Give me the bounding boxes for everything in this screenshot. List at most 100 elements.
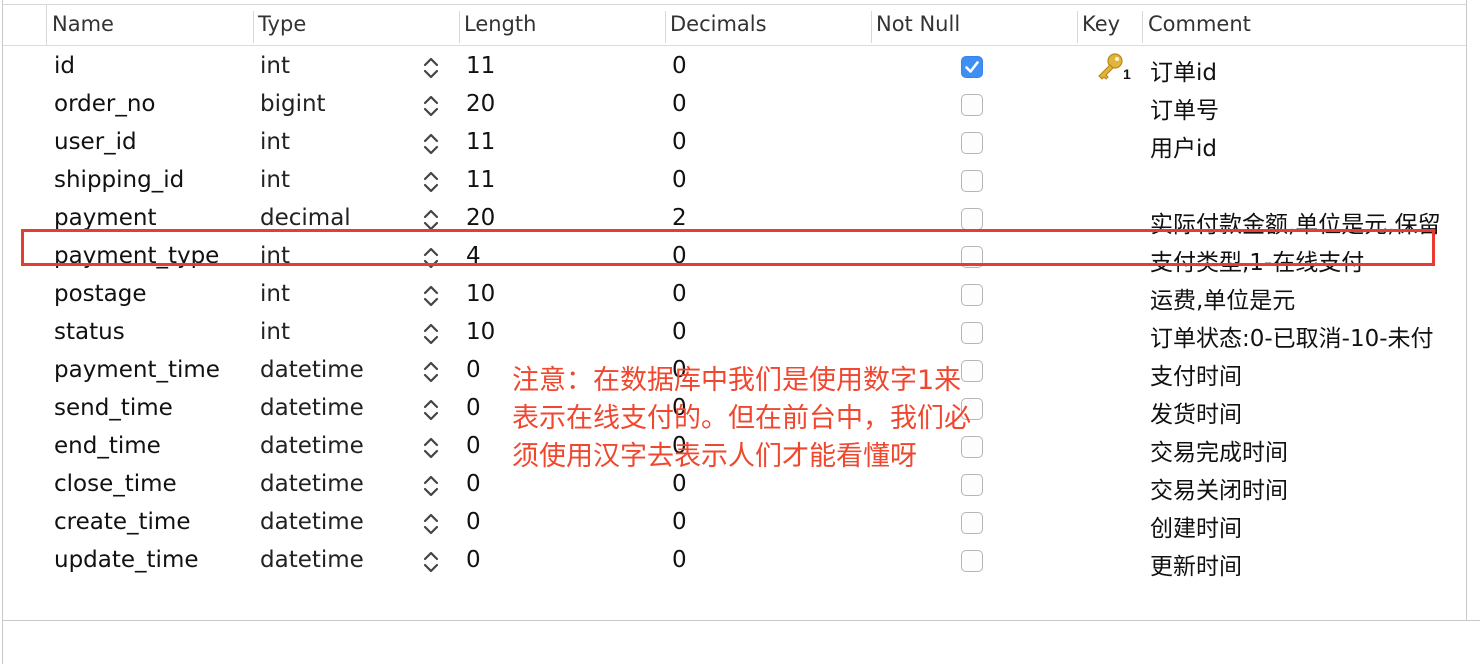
field-length-cell[interactable]: 10 <box>466 319 495 345</box>
field-decimals-cell[interactable]: 0 <box>672 129 687 155</box>
not-null-checkbox[interactable] <box>961 550 983 572</box>
table-row[interactable]: update_time datetime 0 0 更新时间 <box>3 542 1466 580</box>
field-name-cell[interactable]: payment <box>54 205 156 231</box>
field-type-cell[interactable]: datetime <box>260 357 364 383</box>
field-type-cell[interactable]: datetime <box>260 395 364 421</box>
field-decimals-cell[interactable]: 0 <box>672 281 687 307</box>
not-null-checkbox[interactable] <box>961 512 983 534</box>
column-separator[interactable] <box>871 11 872 43</box>
not-null-checkbox[interactable] <box>961 284 983 306</box>
stepper-icon[interactable] <box>421 435 441 461</box>
field-type-cell[interactable]: datetime <box>260 547 364 573</box>
field-type-cell[interactable]: int <box>260 129 290 155</box>
column-separator[interactable] <box>1077 11 1078 43</box>
field-comment-cell[interactable]: 交易完成时间 <box>1150 433 1288 467</box>
field-decimals-cell[interactable]: 0 <box>672 547 687 573</box>
column-separator[interactable] <box>665 11 666 43</box>
table-row[interactable]: order_no bigint 20 0 订单号 <box>3 86 1466 124</box>
not-null-checkbox[interactable] <box>961 132 983 154</box>
field-decimals-cell[interactable]: 0 <box>672 509 687 535</box>
field-name-cell[interactable]: create_time <box>54 509 190 535</box>
field-comment-cell[interactable]: 运费,单位是元 <box>1150 281 1295 315</box>
field-type-cell[interactable]: datetime <box>260 433 364 459</box>
field-name-cell[interactable]: update_time <box>54 547 199 573</box>
field-length-cell[interactable]: 0 <box>466 509 481 535</box>
column-separator[interactable] <box>1142 11 1143 43</box>
field-length-cell[interactable]: 0 <box>466 357 481 383</box>
field-name-cell[interactable]: payment_time <box>54 357 220 383</box>
stepper-icon[interactable] <box>421 283 441 309</box>
field-comment-cell[interactable]: 支付时间 <box>1150 357 1242 391</box>
column-header-name[interactable]: Name <box>52 12 114 36</box>
field-type-cell[interactable]: decimal <box>260 205 351 231</box>
stepper-icon[interactable] <box>421 511 441 537</box>
table-row[interactable]: create_time datetime 0 0 创建时间 <box>3 504 1466 542</box>
field-comment-cell[interactable]: 更新时间 <box>1150 547 1242 581</box>
field-type-cell[interactable]: int <box>260 53 290 79</box>
not-null-checkbox[interactable] <box>961 170 983 192</box>
field-comment-cell[interactable]: 用户id <box>1150 129 1217 163</box>
not-null-checkbox[interactable] <box>961 322 983 344</box>
not-null-checkbox[interactable] <box>961 474 983 496</box>
column-header-comment[interactable]: Comment <box>1148 12 1251 36</box>
field-length-cell[interactable]: 11 <box>466 53 495 79</box>
field-comment-cell[interactable]: 创建时间 <box>1150 509 1242 543</box>
table-row[interactable]: id int 11 0 1 订单id <box>3 48 1466 86</box>
column-header-length[interactable]: Length <box>464 12 536 36</box>
field-length-cell[interactable]: 20 <box>466 205 495 231</box>
field-type-cell[interactable]: bigint <box>260 91 326 117</box>
field-comment-cell[interactable]: 订单号 <box>1150 91 1219 125</box>
table-row[interactable]: shipping_id int 11 0 <box>3 162 1466 200</box>
field-comment-cell[interactable]: 发货时间 <box>1150 395 1242 429</box>
field-decimals-cell[interactable]: 0 <box>672 319 687 345</box>
column-header-decimals[interactable]: Decimals <box>670 12 767 36</box>
stepper-icon[interactable] <box>421 93 441 119</box>
field-name-cell[interactable]: close_time <box>54 471 177 497</box>
field-comment-cell[interactable]: 订单id <box>1150 53 1217 87</box>
stepper-icon[interactable] <box>421 169 441 195</box>
field-length-cell[interactable]: 20 <box>466 91 495 117</box>
field-decimals-cell[interactable]: 2 <box>672 205 687 231</box>
field-length-cell[interactable]: 11 <box>466 129 495 155</box>
not-null-checkbox[interactable] <box>961 94 983 116</box>
stepper-icon[interactable] <box>421 131 441 157</box>
field-decimals-cell[interactable]: 0 <box>672 53 687 79</box>
column-separator[interactable] <box>459 11 460 43</box>
field-name-cell[interactable]: postage <box>54 281 147 307</box>
field-length-cell[interactable]: 11 <box>466 167 495 193</box>
field-length-cell[interactable]: 0 <box>466 547 481 573</box>
stepper-icon[interactable] <box>421 55 441 81</box>
not-null-checkbox[interactable] <box>961 56 983 78</box>
field-name-cell[interactable]: shipping_id <box>54 167 184 193</box>
table-row[interactable]: user_id int 11 0 用户id <box>3 124 1466 162</box>
column-header-type[interactable]: Type <box>258 12 306 36</box>
table-row[interactable]: status int 10 0 订单状态:0-已取消-10-未付 <box>3 314 1466 352</box>
stepper-icon[interactable] <box>421 473 441 499</box>
stepper-icon[interactable] <box>421 321 441 347</box>
column-header-not-null[interactable]: Not Null <box>876 12 960 36</box>
field-decimals-cell[interactable]: 0 <box>672 167 687 193</box>
field-name-cell[interactable]: id <box>54 53 75 79</box>
field-name-cell[interactable]: end_time <box>54 433 161 459</box>
stepper-icon[interactable] <box>421 549 441 575</box>
field-length-cell[interactable]: 0 <box>466 433 481 459</box>
not-null-checkbox[interactable] <box>961 208 983 230</box>
column-separator[interactable] <box>253 11 254 43</box>
field-type-cell[interactable]: int <box>260 319 290 345</box>
column-header-key[interactable]: Key <box>1082 12 1120 36</box>
field-comment-cell[interactable]: 订单状态:0-已取消-10-未付 <box>1150 319 1434 353</box>
field-comment-cell[interactable]: 交易关闭时间 <box>1150 471 1288 505</box>
stepper-icon[interactable] <box>421 359 441 385</box>
field-name-cell[interactable]: order_no <box>54 91 155 117</box>
field-type-cell[interactable]: datetime <box>260 509 364 535</box>
field-length-cell[interactable]: 0 <box>466 395 481 421</box>
field-type-cell[interactable]: datetime <box>260 471 364 497</box>
field-decimals-cell[interactable]: 0 <box>672 91 687 117</box>
field-type-cell[interactable]: int <box>260 167 290 193</box>
field-name-cell[interactable]: send_time <box>54 395 173 421</box>
field-name-cell[interactable]: status <box>54 319 125 345</box>
field-name-cell[interactable]: user_id <box>54 129 137 155</box>
field-length-cell[interactable]: 0 <box>466 471 481 497</box>
field-length-cell[interactable]: 10 <box>466 281 495 307</box>
stepper-icon[interactable] <box>421 397 441 423</box>
